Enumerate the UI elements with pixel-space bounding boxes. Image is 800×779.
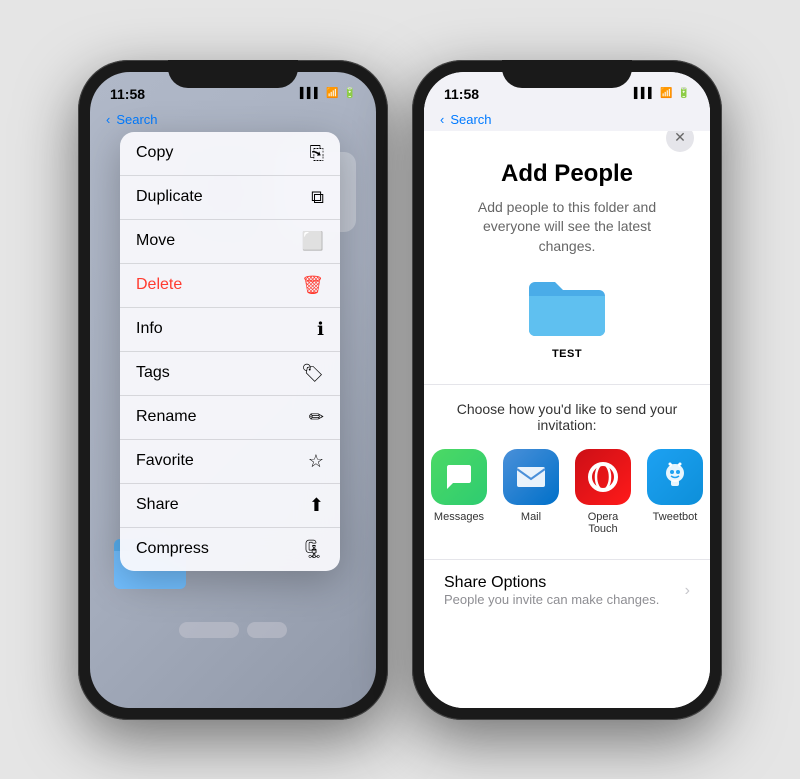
nav-label-left: Search <box>116 112 157 127</box>
menu-item-info[interactable]: Info ℹ <box>120 308 340 352</box>
menu-label-move: Move <box>136 232 175 250</box>
menu-label-duplicate: Duplicate <box>136 188 203 206</box>
add-people-sheet: ✕ Add People Add people to this folder a… <box>424 108 710 708</box>
menu-item-delete[interactable]: Delete 🗑 <box>120 264 340 308</box>
context-menu: Copy ⎘ Duplicate ⧉ Move ⬜ Delete 🗑 Info … <box>120 132 340 571</box>
notch <box>168 60 298 88</box>
sheet-subtitle: Add people to this folder and everyone w… <box>424 198 710 257</box>
share-options-left: Share Options People you invite can make… <box>444 574 659 607</box>
menu-item-tags[interactable]: Tags 🏷 <box>120 352 340 396</box>
menu-item-duplicate[interactable]: Duplicate ⧉ <box>120 176 340 220</box>
copy-icon: ⎘ <box>310 143 324 164</box>
share-app-tweetbot[interactable]: Tweetbot <box>647 449 703 535</box>
menu-item-share[interactable]: Share ⬆ <box>120 484 340 528</box>
share-app-mail[interactable]: Mail <box>503 449 559 535</box>
sheet-title: Add People <box>501 160 633 188</box>
mail-label: Mail <box>521 511 541 523</box>
messages-label: Messages <box>434 511 484 523</box>
nav-bar-right: ‹ Search <box>424 108 710 131</box>
battery-icon: 🔋 <box>344 88 356 99</box>
battery-icon-right: 🔋 <box>678 88 690 99</box>
back-chevron: ‹ <box>106 112 110 127</box>
share-apps-row: Messages Mail <box>424 449 710 535</box>
delete-icon: 🗑 <box>301 275 324 296</box>
tags-icon: 🏷 <box>301 363 324 384</box>
notch-right <box>502 60 632 88</box>
status-icons-left: ▌▌▌ 📶 🔋 <box>300 88 356 99</box>
folder-label: TEST <box>552 348 582 360</box>
wifi-icon-right: 📶 <box>660 88 672 99</box>
rename-icon: ✏ <box>309 407 324 428</box>
favorite-icon: ☆ <box>308 451 324 472</box>
share-app-messages[interactable]: Messages <box>431 449 487 535</box>
menu-item-move[interactable]: Move ⬜ <box>120 220 340 264</box>
messages-icon-svg <box>443 461 475 493</box>
mail-icon-svg <box>515 465 547 489</box>
signal-icon: ▌▌▌ <box>300 88 321 99</box>
opera-label: Opera Touch <box>575 511 631 535</box>
right-screen: 11:58 ▌▌▌ 📶 🔋 ‹ Search ✕ Add People Add … <box>424 72 710 708</box>
tweetbot-app-icon <box>647 449 703 505</box>
share-options-subtitle: People you invite can make changes. <box>444 592 659 607</box>
menu-label-favorite: Favorite <box>136 452 194 470</box>
opera-icon-svg <box>586 460 620 494</box>
share-icon: ⬆ <box>309 495 324 516</box>
compress-icon: 🗜 <box>301 539 324 560</box>
signal-icon-right: ▌▌▌ <box>634 88 655 99</box>
menu-item-favorite[interactable]: Favorite ☆ <box>120 440 340 484</box>
bottom-blur-items <box>179 622 287 638</box>
menu-label-tags: Tags <box>136 364 170 382</box>
messages-app-icon <box>431 449 487 505</box>
chevron-right-icon: › <box>685 582 690 600</box>
menu-label-delete: Delete <box>136 276 182 294</box>
menu-label-rename: Rename <box>136 408 196 426</box>
opera-app-icon <box>575 449 631 505</box>
menu-item-copy[interactable]: Copy ⎘ <box>120 132 340 176</box>
move-icon: ⬜ <box>302 231 324 252</box>
info-icon: ℹ <box>317 319 324 340</box>
menu-label-info: Info <box>136 320 163 338</box>
duplicate-icon: ⧉ <box>311 187 324 208</box>
menu-item-compress[interactable]: Compress 🗜 <box>120 528 340 571</box>
menu-label-compress: Compress <box>136 540 209 558</box>
close-icon: ✕ <box>674 129 686 146</box>
back-chevron-right: ‹ <box>440 112 444 127</box>
tweetbot-label: Tweetbot <box>653 511 698 523</box>
tweetbot-icon-svg <box>658 460 692 494</box>
time-left: 11:58 <box>110 86 145 102</box>
choose-text: Choose how you'd like to send your invit… <box>424 401 710 433</box>
divider <box>424 384 710 385</box>
menu-item-rename[interactable]: Rename ✏ <box>120 396 340 440</box>
nav-bar-left: ‹ Search <box>90 108 376 131</box>
status-icons-right: ▌▌▌ 📶 🔋 <box>634 88 690 99</box>
menu-label-copy: Copy <box>136 144 173 162</box>
time-right: 11:58 <box>444 86 479 102</box>
mail-app-icon <box>503 449 559 505</box>
folder-icon-large <box>527 276 607 340</box>
wifi-icon: 📶 <box>326 88 338 99</box>
nav-label-right: Search <box>450 112 491 127</box>
left-screen: 11:58 ▌▌▌ 📶 🔋 ‹ Search <box>90 72 376 708</box>
right-phone: 11:58 ▌▌▌ 📶 🔋 ‹ Search ✕ Add People Add … <box>412 60 722 720</box>
share-options-title: Share Options <box>444 574 659 592</box>
folder-display: TEST <box>527 276 607 360</box>
menu-label-share: Share <box>136 496 179 514</box>
share-options-row[interactable]: Share Options People you invite can make… <box>424 559 710 621</box>
share-app-opera[interactable]: Opera Touch <box>575 449 631 535</box>
left-phone: 11:58 ▌▌▌ 📶 🔋 ‹ Search <box>78 60 388 720</box>
